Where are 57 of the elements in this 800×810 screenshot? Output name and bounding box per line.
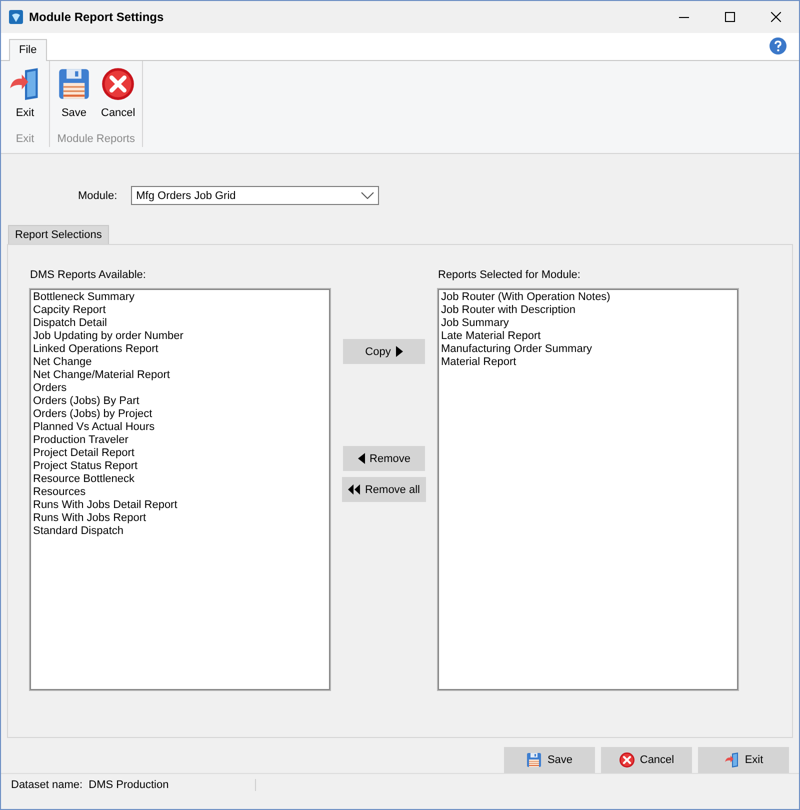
cancel-icon — [618, 752, 635, 768]
list-item[interactable]: Standard Dispatch — [33, 525, 327, 538]
list-item[interactable]: Job Updating by order Number — [33, 330, 327, 343]
list-item[interactable]: Capcity Report — [33, 304, 327, 317]
app-icon — [9, 10, 23, 24]
list-item[interactable]: Late Material Report — [441, 330, 735, 343]
list-item[interactable]: Bottleneck Summary — [33, 291, 327, 304]
chevron-icon — [361, 192, 374, 199]
list-label: Reports Selected for Module: — [438, 269, 582, 281]
list-item[interactable]: Resource Bottleneck — [33, 473, 327, 486]
footer-button[interactable]: Save — [504, 747, 595, 773]
list-item[interactable]: Project Detail Report — [33, 447, 327, 460]
list-item[interactable]: Net Change — [33, 356, 327, 369]
list-item[interactable]: Runs With Jobs Detail Report — [33, 499, 327, 512]
double-left-triangle-icon — [348, 484, 360, 495]
list-item[interactable]: Project Status Report — [33, 460, 327, 473]
module-label: Module: — [78, 190, 118, 202]
transfer-button[interactable]: Remove all — [342, 477, 426, 502]
list-item[interactable]: Dispatch Detail — [33, 317, 327, 330]
list-item[interactable]: Material Report — [441, 356, 735, 369]
window-title: Module Report Settings — [29, 10, 165, 24]
list-item[interactable]: Orders — [33, 382, 327, 395]
ribbon-button[interactable]: Save — [54, 65, 94, 133]
ribbon-tab[interactable]: File — [9, 39, 47, 61]
list-item[interactable]: Production Traveler — [33, 434, 327, 447]
cancel-icon — [101, 67, 136, 101]
maximize-icon — [725, 12, 735, 22]
module-dropdown[interactable]: Mfg Orders Job Grid — [131, 186, 380, 205]
group-label: Module Reports — [57, 133, 135, 147]
transfer-button[interactable]: Remove — [343, 446, 425, 471]
close-icon — [771, 12, 781, 22]
selected-reports-list[interactable]: Job Router (With Operation Notes) Job Router with Description Job Summary Late Material Report Manufacturing Order Summary Material Report — [438, 289, 738, 690]
ribbon-button[interactable]: Exit — [5, 65, 45, 133]
right-triangle-icon — [396, 346, 403, 357]
page-tab[interactable]: Report Selections — [8, 225, 109, 244]
list-item[interactable]: Job Router with Description — [441, 304, 735, 317]
list-item[interactable]: Runs With Jobs Report — [33, 512, 327, 525]
ribbon-button[interactable]: Cancel — [98, 65, 138, 133]
list-item[interactable]: Job Summary — [441, 317, 735, 330]
list-item[interactable]: Planned Vs Actual Hours — [33, 421, 327, 434]
transfer-button[interactable]: Copy — [343, 339, 425, 364]
door-arrow-icon — [724, 752, 740, 768]
list-item[interactable]: Resources — [33, 486, 327, 499]
footer-button[interactable]: Cancel — [601, 747, 692, 773]
available-reports-list[interactable] — [30, 289, 330, 690]
list-item[interactable]: Orders (Jobs) by Project — [33, 408, 327, 421]
footer-button[interactable]: Exit — [698, 747, 789, 773]
list-item[interactable]: Manufacturing Order Summary — [441, 343, 735, 356]
status-text: Dataset name: DMS Production — [1, 779, 256, 791]
group-label: Exit — [16, 133, 34, 147]
list-item[interactable]: Orders (Jobs) By Part — [33, 395, 327, 408]
list-item[interactable]: Net Change/Material Report — [33, 369, 327, 382]
list-item[interactable]: Job Router (With Operation Notes) — [441, 291, 735, 304]
list-label: DMS Reports Available: — [30, 269, 147, 281]
list-item[interactable]: Linked Operations Report — [33, 343, 327, 356]
left-triangle-icon — [358, 453, 365, 464]
help-icon[interactable] — [769, 37, 787, 55]
